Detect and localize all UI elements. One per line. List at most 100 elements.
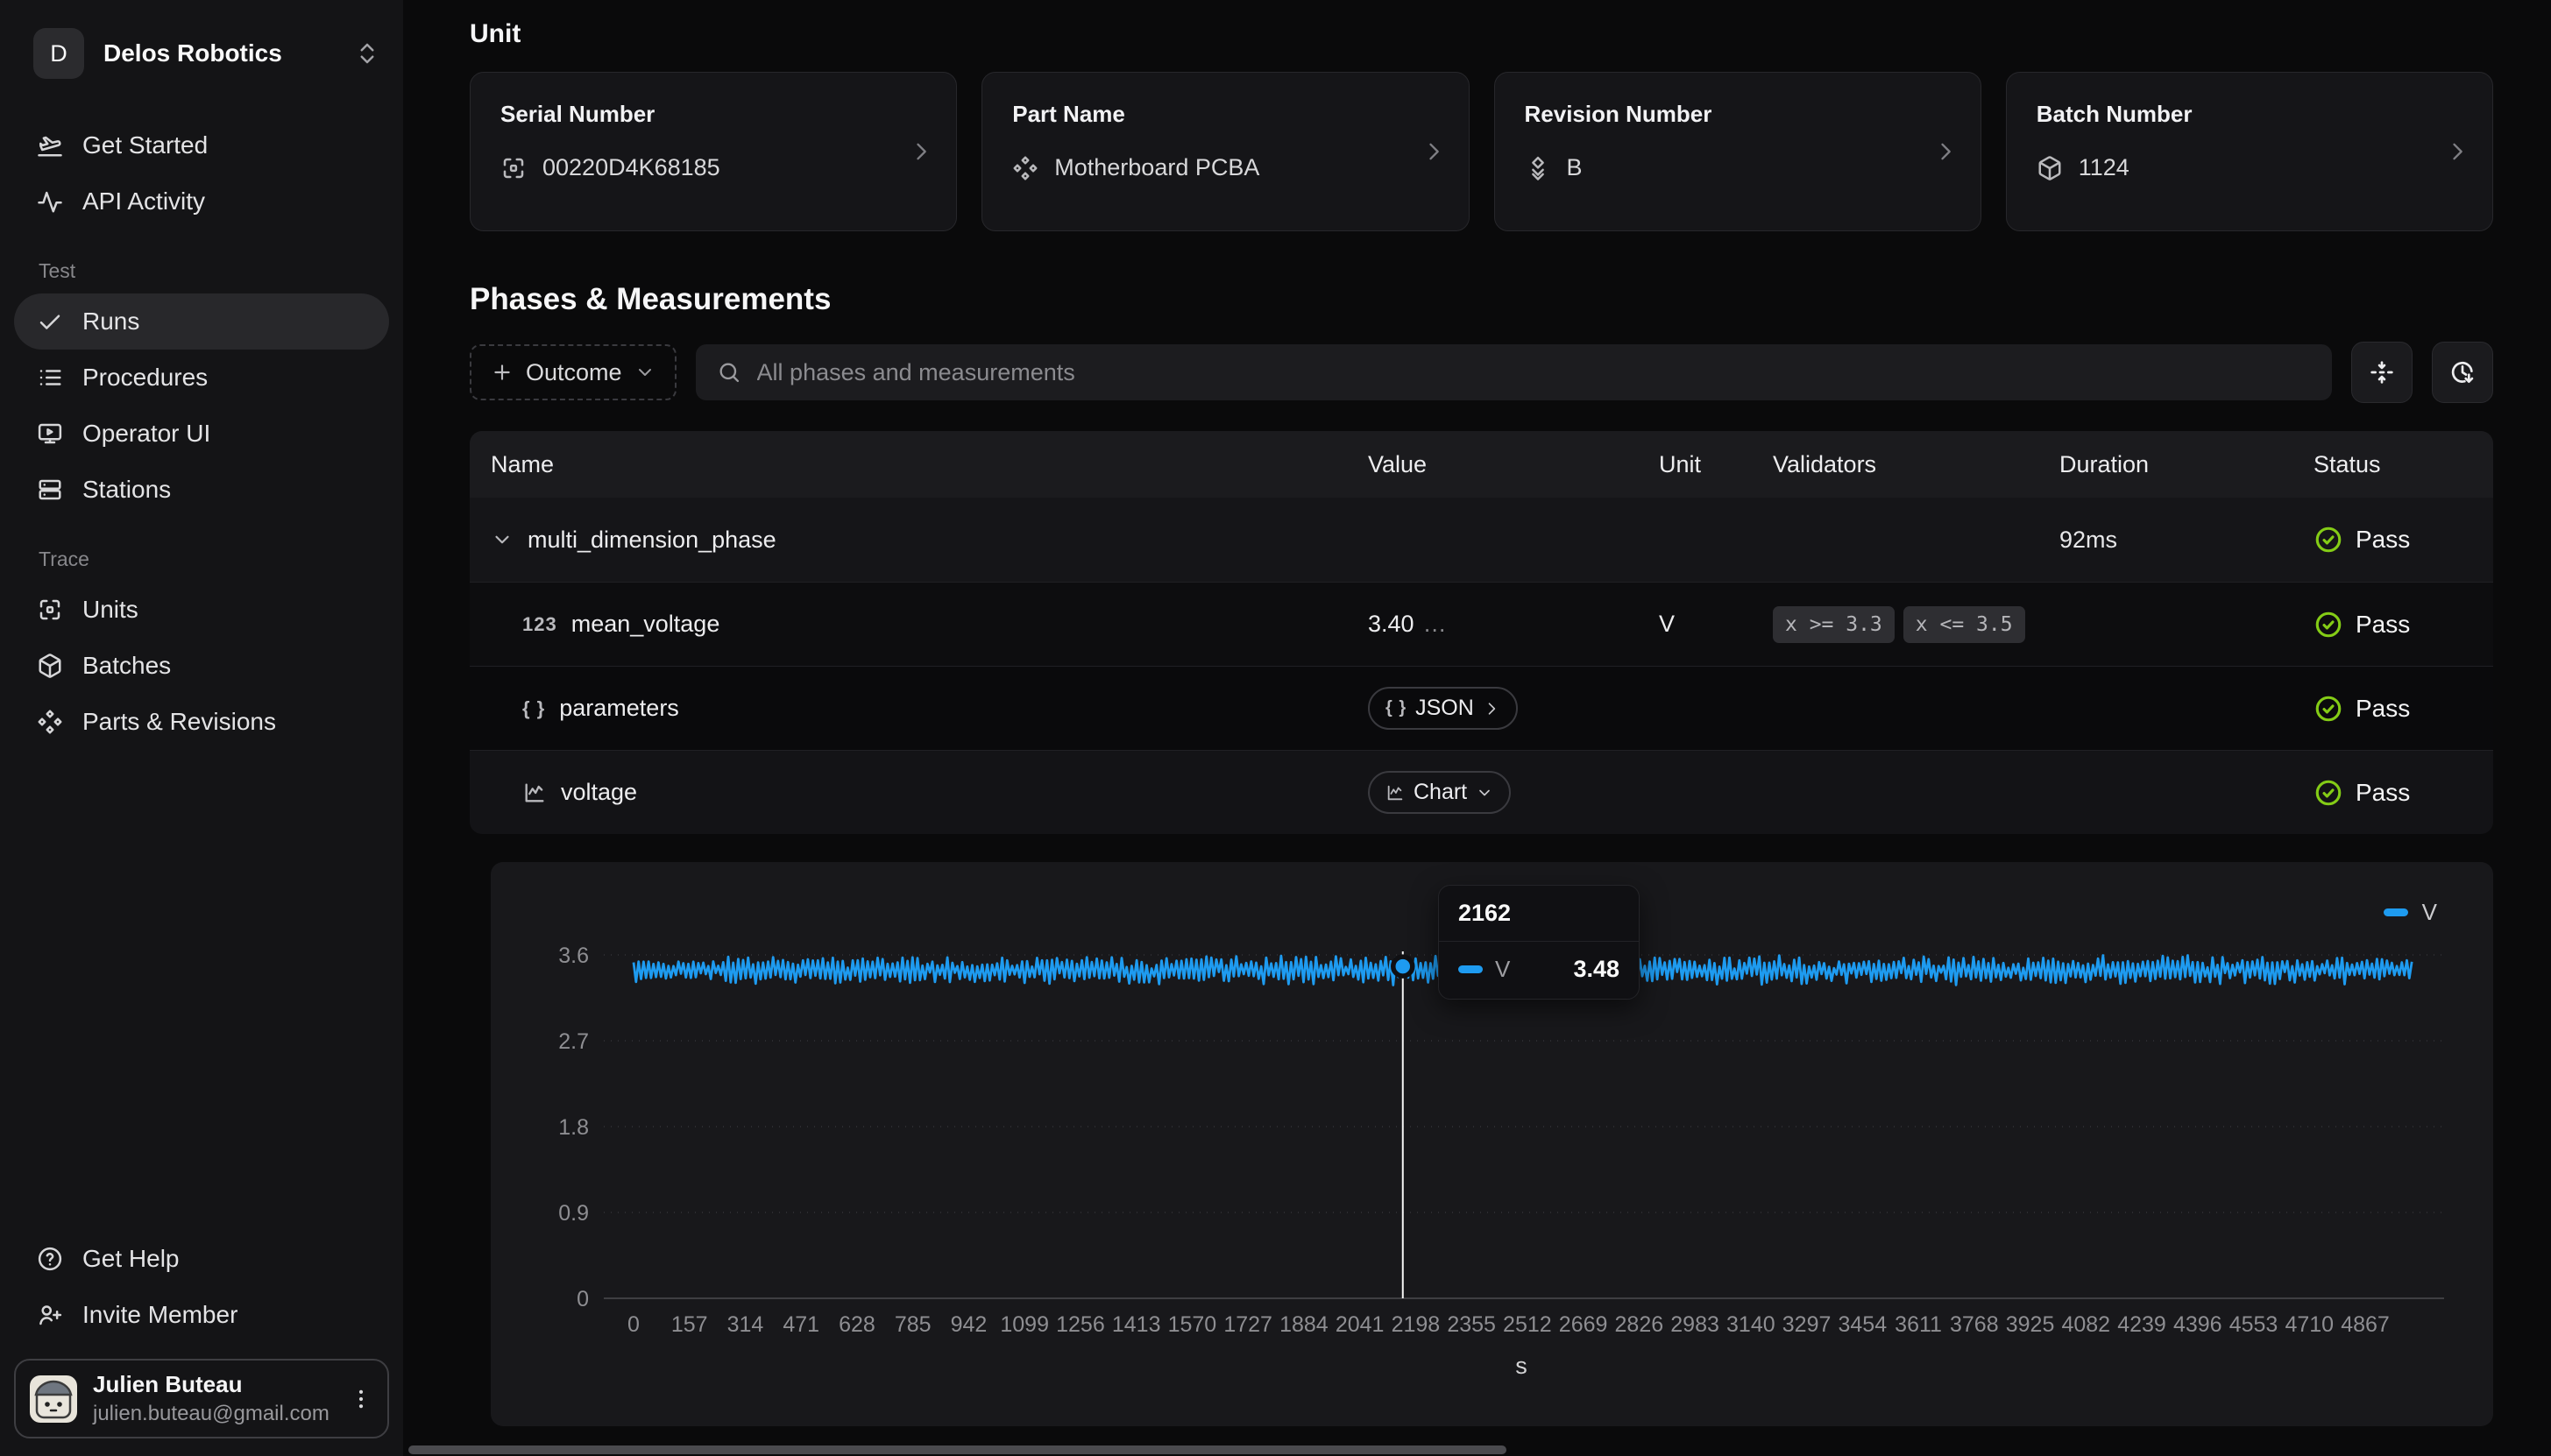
col-value: Value [1354, 451, 1645, 478]
status-badge: Pass [2314, 694, 2410, 724]
chevrons-up-down-icon [354, 40, 380, 67]
svg-text:3768: 3768 [1950, 1312, 1999, 1337]
kebab-menu-icon[interactable] [349, 1387, 373, 1411]
svg-text:3611: 3611 [1895, 1312, 1942, 1337]
circle-check-icon [2314, 694, 2343, 724]
svg-text:4396: 4396 [2173, 1312, 2222, 1337]
horizontal-scrollbar[interactable] [408, 1445, 1506, 1454]
sidebar-section-trace: Trace [39, 548, 389, 571]
tooltip-title: 2162 [1439, 886, 1639, 942]
sidebar-item-batches[interactable]: Batches [14, 638, 389, 694]
sidebar-item-label: API Activity [82, 187, 205, 216]
chevron-right-icon [1933, 139, 1958, 164]
app-window: D Delos Robotics Get Started API Activit… [0, 0, 2551, 1456]
card-serial-number[interactable]: Serial Number 00220D4K68185 [470, 72, 957, 231]
sidebar-item-get-started[interactable]: Get Started [14, 117, 389, 173]
svg-text:1884: 1884 [1279, 1312, 1329, 1337]
sidebar-item-runs[interactable]: Runs [14, 293, 389, 350]
package-icon [2037, 155, 2063, 181]
sidebar-section-test: Test [39, 259, 389, 283]
curly-braces-icon: { } [522, 697, 545, 720]
scan-icon [37, 597, 63, 623]
curly-braces-icon: { } [1385, 698, 1407, 718]
table-row-parameters[interactable]: { } parameters { } JSON [470, 666, 2493, 750]
numeric-icon: 123 [522, 613, 557, 636]
collapse-rows-button[interactable] [2351, 342, 2413, 403]
org-name: Delos Robotics [103, 39, 335, 67]
sidebar-item-operator-ui[interactable]: Operator UI [14, 406, 389, 462]
table-row-voltage[interactable]: voltage Chart [470, 750, 2493, 834]
list-icon [37, 364, 63, 391]
svg-text:1099: 1099 [1000, 1312, 1049, 1337]
unit-cards: Serial Number 00220D4K68185 Part Name [470, 72, 2493, 231]
svg-text:1727: 1727 [1223, 1312, 1272, 1337]
line-chart-icon [522, 781, 547, 805]
chevron-down-icon [1476, 784, 1493, 802]
sidebar-item-api-activity[interactable]: API Activity [14, 173, 389, 230]
svg-text:4710: 4710 [2285, 1312, 2334, 1337]
user-texts: Julien Buteau julien.buteau@gmail.com [93, 1371, 333, 1426]
sidebar-item-label: Operator UI [82, 420, 210, 448]
card-value-text: 1124 [2079, 154, 2129, 181]
card-batch-number[interactable]: Batch Number 1124 [2006, 72, 2493, 231]
validator-chip: x >= 3.3 [1773, 606, 1895, 643]
svg-text:2355: 2355 [1447, 1312, 1496, 1337]
phases-table: Name Value Unit Validators Duration Stat… [470, 431, 2493, 834]
card-value-text: Motherboard PCBA [1054, 154, 1259, 181]
card-part-name[interactable]: Part Name Motherboard PCBA [981, 72, 1469, 231]
sidebar-item-stations[interactable]: Stations [14, 462, 389, 518]
search-input[interactable] [757, 359, 2311, 386]
collapse-rows-icon [2368, 358, 2396, 386]
history-icon [2448, 358, 2477, 386]
sidebar-item-parts-revisions[interactable]: Parts & Revisions [14, 694, 389, 750]
card-revision-number[interactable]: Revision Number B [1494, 72, 1981, 231]
outcome-filter-button[interactable]: Outcome [470, 344, 677, 400]
chevron-right-icon [1421, 139, 1446, 164]
sidebar-item-invite-member[interactable]: Invite Member [14, 1287, 389, 1343]
line-chart-icon [1385, 783, 1405, 802]
svg-text:0: 0 [627, 1312, 640, 1337]
svg-text:3140: 3140 [1726, 1312, 1775, 1337]
value-ellipsis: … [1423, 611, 1447, 638]
history-button[interactable] [2432, 342, 2493, 403]
svg-text:785: 785 [895, 1312, 932, 1337]
svg-text:3454: 3454 [1839, 1312, 1888, 1337]
col-unit: Unit [1645, 451, 1759, 478]
chevron-right-icon [1483, 700, 1500, 717]
svg-text:157: 157 [671, 1312, 708, 1337]
svg-text:1413: 1413 [1112, 1312, 1161, 1337]
user-menu[interactable]: Julien Buteau julien.buteau@gmail.com [14, 1359, 389, 1438]
chart-legend: V [2384, 899, 2437, 926]
four-diamonds-icon [37, 709, 63, 735]
sidebar-item-label: Batches [82, 652, 171, 680]
sidebar-item-get-help[interactable]: Get Help [14, 1231, 389, 1287]
svg-text:942: 942 [951, 1312, 988, 1337]
circle-check-icon [2314, 610, 2343, 640]
svg-text:2826: 2826 [1615, 1312, 1664, 1337]
tooltip-series-name: V [1495, 956, 1510, 983]
sidebar-item-procedures[interactable]: Procedures [14, 350, 389, 406]
sidebar-item-units[interactable]: Units [14, 582, 389, 638]
svg-text:2983: 2983 [1670, 1312, 1719, 1337]
main-content: Unit Serial Number 00220D4K68185 Part Na… [403, 0, 2551, 1456]
sidebar-item-label: Get Help [82, 1245, 180, 1273]
table-row-phase[interactable]: multi_dimension_phase 92ms Pass [470, 498, 2493, 582]
chart-toggle-button[interactable]: Chart [1368, 771, 1511, 814]
search-icon [717, 360, 741, 385]
plane-takeoff-icon [37, 132, 63, 159]
table-row-mean-voltage[interactable]: 123 mean_voltage 3.40 … V x >= 3.3 x <= … [470, 582, 2493, 666]
search-bar[interactable] [696, 344, 2332, 400]
sidebar-footer: Get Help Invite Member [14, 1231, 389, 1438]
chevron-down-icon[interactable] [491, 528, 514, 551]
card-value-text: 00220D4K68185 [542, 154, 720, 181]
server-icon [37, 477, 63, 503]
phase-name: multi_dimension_phase [528, 527, 776, 554]
stacked-diamonds-icon [1525, 155, 1551, 181]
measurement-name: parameters [559, 695, 679, 722]
circle-check-icon [2314, 525, 2343, 555]
org-switcher[interactable]: D Delos Robotics [14, 19, 389, 88]
sidebar-item-label: Procedures [82, 364, 208, 392]
voltage-chart-panel[interactable]: 00.91.82.73.6015731447162878594210991256… [491, 862, 2493, 1426]
json-button[interactable]: { } JSON [1368, 687, 1518, 730]
duration-value: 92ms [2059, 527, 2117, 554]
